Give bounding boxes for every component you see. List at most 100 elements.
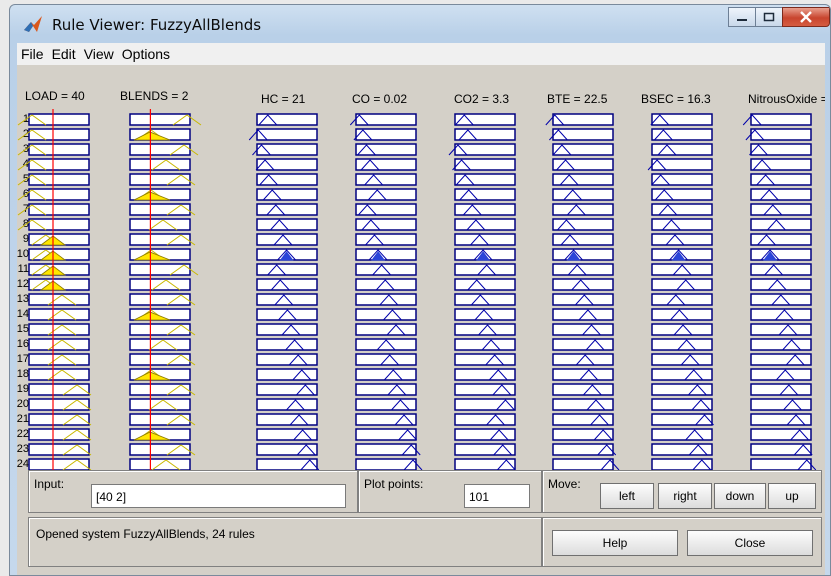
mf-box: [28, 308, 90, 321]
mf-box: [454, 443, 516, 456]
mf-box: [129, 383, 191, 396]
mf-box: [129, 443, 191, 456]
mf-box: [28, 383, 90, 396]
mf-box: [651, 308, 713, 321]
input-panel: Input: [40 2]: [28, 470, 358, 513]
plot-points-field[interactable]: 101: [464, 484, 530, 508]
mf-box: [750, 143, 812, 156]
mf-box: [129, 293, 191, 306]
mf-box: [256, 443, 318, 456]
rule-viewer-window: Rule Viewer: FuzzyAllBlends File Edit Vi…: [9, 4, 831, 576]
mf-box: [256, 293, 318, 306]
mf-box: [256, 413, 318, 426]
window-title: Rule Viewer: FuzzyAllBlends: [52, 16, 262, 34]
mf-box: [129, 338, 191, 351]
minimize-icon: [737, 19, 747, 21]
mf-box: [355, 218, 417, 231]
mf-box: [454, 278, 516, 291]
mf-box: [256, 353, 318, 366]
mf-box: [454, 263, 516, 276]
mf-box: [256, 173, 318, 186]
mf-box: [355, 398, 417, 411]
rule-viewer-client: LOAD = 40 BLENDS = 2 HC = 21 CO = 0.02 CO2 =…: [17, 65, 825, 575]
title-bar: Rule Viewer: FuzzyAllBlends: [10, 5, 830, 43]
mf-box: [454, 143, 516, 156]
mf-box: [651, 218, 713, 231]
mf-box: [454, 218, 516, 231]
mf-box: [552, 353, 614, 366]
mf-box: [355, 128, 417, 141]
mf-box: [256, 188, 318, 201]
menu-view[interactable]: View: [80, 46, 118, 62]
maximize-button[interactable]: [755, 7, 783, 27]
mf-box: [552, 308, 614, 321]
mf-box: [454, 233, 516, 246]
minimize-button[interactable]: [728, 7, 756, 27]
mf-box: [256, 113, 318, 126]
mf-box: [355, 143, 417, 156]
mf-box: [651, 398, 713, 411]
mf-box: [750, 428, 812, 441]
close-icon: [800, 11, 812, 23]
mf-box: [28, 443, 90, 456]
mf-box: [28, 323, 90, 336]
mf-box: [750, 338, 812, 351]
rules-plot-area[interactable]: 010014: [17, 65, 825, 475]
mf-box: [355, 188, 417, 201]
move-down-button[interactable]: down: [714, 483, 766, 509]
close-button[interactable]: Close: [687, 530, 813, 556]
mf-box: [355, 323, 417, 336]
menu-edit[interactable]: Edit: [48, 46, 80, 62]
mf-box: [129, 143, 191, 156]
mf-box: [750, 398, 812, 411]
mf-box: [355, 293, 417, 306]
mf-box: [552, 458, 614, 471]
close-window-button[interactable]: [782, 7, 830, 27]
input-field[interactable]: [40 2]: [91, 484, 346, 508]
mf-box: [651, 293, 713, 306]
mf-box: [355, 158, 417, 171]
mf-box: [750, 353, 812, 366]
mf-box: [28, 353, 90, 366]
status-text: Opened system FuzzyAllBlends, 24 rules: [36, 527, 255, 541]
move-right-button[interactable]: right: [658, 483, 712, 509]
mf-box: [454, 353, 516, 366]
mf-box: [651, 443, 713, 456]
plot-points-panel: Plot points: 101: [358, 470, 542, 513]
mf-box: [651, 353, 713, 366]
mf-box: [552, 443, 614, 456]
mf-box: [750, 158, 812, 171]
mf-box: [454, 203, 516, 216]
mf-box: [256, 263, 318, 276]
help-button[interactable]: Help: [552, 530, 678, 556]
mf-box: [256, 278, 318, 291]
mf-box: [750, 233, 812, 246]
mf-box: [552, 278, 614, 291]
mf-box: [454, 188, 516, 201]
move-left-button[interactable]: left: [600, 483, 654, 509]
mf-box: [651, 143, 713, 156]
mf-box: [129, 323, 191, 336]
matlab-icon: [24, 16, 42, 32]
mf-box: [256, 458, 318, 471]
move-label: Move:: [548, 477, 581, 491]
move-up-button[interactable]: up: [768, 483, 816, 509]
menu-options[interactable]: Options: [118, 46, 174, 62]
menu-file[interactable]: File: [17, 46, 48, 62]
mf-box: [552, 248, 614, 261]
mf-box: [651, 188, 713, 201]
mf-box: [256, 398, 318, 411]
mf-box: [651, 413, 713, 426]
mf-box: [28, 428, 90, 441]
mf-box: [28, 398, 90, 411]
mf-box: [552, 188, 614, 201]
mf-box: [256, 203, 318, 216]
mf-box: [750, 128, 812, 141]
mf-box: [129, 353, 191, 366]
mf-box: [28, 338, 90, 351]
mf-box: [750, 173, 812, 186]
mf-box: [129, 263, 191, 276]
status-panel: Opened system FuzzyAllBlends, 24 rules: [28, 517, 542, 567]
mf-box: [28, 413, 90, 426]
mf-box: [750, 458, 812, 471]
